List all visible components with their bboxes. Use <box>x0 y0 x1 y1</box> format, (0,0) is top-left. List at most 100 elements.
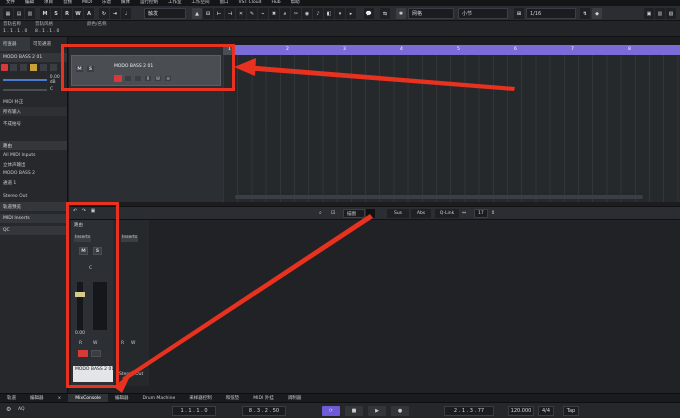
tab-close-icon[interactable]: × <box>51 394 69 402</box>
record-enable-button[interactable] <box>1 64 8 71</box>
inspector-section-routing[interactable]: 路由 <box>0 141 67 150</box>
play-button[interactable]: ▶ <box>368 406 386 416</box>
ruler[interactable] <box>223 45 680 55</box>
erase-icon[interactable]: ✕ <box>236 8 246 19</box>
info-start-value[interactable]: 1 . 1 . 1 . 0 <box>3 29 27 35</box>
play-tool-icon[interactable]: ♪ <box>313 8 323 19</box>
inspector-section-midi-inserts[interactable]: MIDI Inserts <box>0 214 67 223</box>
loop-icon[interactable]: ↻ <box>99 8 109 19</box>
tap-button[interactable]: Tap <box>563 406 579 416</box>
grid-type-select[interactable]: 网格 <box>408 8 454 19</box>
tab-midi-remote[interactable]: MIDI 外挂 <box>246 394 280 402</box>
split-icon[interactable]: ⊢ <box>214 8 224 19</box>
inspector-pan-row[interactable]: C <box>0 85 67 94</box>
read-button[interactable] <box>40 64 47 71</box>
punch-icon[interactable]: ⇥ <box>110 8 120 19</box>
inspector-instrument[interactable]: MODO BASS 2 <box>0 169 67 178</box>
console-icon[interactable]: ▥ <box>655 8 665 19</box>
inspector-midi-input[interactable]: All MIDI Inputs <box>0 151 67 160</box>
inspector-audio-out[interactable]: 立体声输出 <box>0 160 67 169</box>
inspector-track-name[interactable]: MODO BASS 2 01 <box>0 53 67 62</box>
metronome-icon[interactable]: ♩ <box>121 8 131 19</box>
left-locator-field[interactable]: 1 . 1 . 1 . 0 <box>172 406 216 416</box>
right-panel-icon[interactable]: ▧ <box>666 8 676 19</box>
mute-tool-icon[interactable]: ✖ <box>269 8 279 19</box>
signature-field[interactable]: 4/4 <box>538 406 554 416</box>
output-name-label[interactable]: Stereo Out <box>119 372 143 378</box>
tab-editor-2[interactable]: 编辑器 <box>108 394 136 402</box>
q-link-button[interactable]: Q-Link <box>435 209 459 218</box>
tab-inspector[interactable]: 检查器 <box>0 37 30 51</box>
mode-read[interactable]: R <box>62 8 72 19</box>
grid-value-select[interactable]: 小节 <box>458 8 508 19</box>
abs-button[interactable]: Abs <box>411 209 431 218</box>
tab-editor[interactable]: 编辑器 <box>23 394 51 402</box>
mode-mute[interactable]: M <box>40 8 50 19</box>
tab-drum-machine[interactable]: Drum Machine <box>135 394 182 402</box>
info-end-value[interactable]: 8 . 1 . 1 . 0 <box>35 29 59 35</box>
range-select-icon[interactable]: ⊡ <box>203 8 213 19</box>
settings-icon[interactable]: ⚙ <box>6 406 11 413</box>
zoom-tool-icon[interactable]: ⌕ <box>280 8 290 19</box>
nudge-icon[interactable]: ⇔ <box>462 210 471 218</box>
iterate-icon[interactable]: ↯ <box>580 8 590 19</box>
tab-modulators[interactable]: 调制器 <box>281 394 309 402</box>
scrub-icon[interactable]: ◉ <box>302 8 312 19</box>
media-bay-icon[interactable]: ▣ <box>644 8 654 19</box>
tempo-field[interactable]: 120.000 <box>508 406 534 416</box>
stepper-icon[interactable]: ⇕ <box>491 210 500 218</box>
pencil-icon[interactable]: ✎ <box>247 8 257 19</box>
write-button[interactable] <box>50 64 57 71</box>
tab-track[interactable]: 轨道 <box>0 394 23 402</box>
glue-icon[interactable]: ⊣ <box>225 8 235 19</box>
left-zone-icon[interactable]: ▦ <box>3 8 13 19</box>
output-read-label[interactable]: R <box>121 341 124 347</box>
inspector-row-input[interactable]: 所有输入 <box>0 107 67 116</box>
colorize-icon[interactable]: ▾ <box>335 8 345 19</box>
mute-button-small[interactable] <box>20 64 27 71</box>
color-icon[interactable]: ◧ <box>324 8 334 19</box>
edit-mode-select[interactable]: 描图 <box>343 209 365 218</box>
nudge-value[interactable]: 17 <box>474 209 488 218</box>
stop-button[interactable]: ■ <box>345 406 363 416</box>
inspector-section-visibility[interactable]: 轨道预览 <box>0 202 67 211</box>
lower-zone-icon[interactable]: ▤ <box>14 8 24 19</box>
grid-dropdown-icon[interactable] <box>366 209 375 218</box>
auto-scroll-icon[interactable]: ⇆ <box>380 8 390 19</box>
chat-icon[interactable]: 💬 <box>364 8 374 19</box>
mode-a[interactable]: A <box>84 8 94 19</box>
monitor-button[interactable] <box>10 64 17 71</box>
tab-mixconsole[interactable]: MixConsole <box>68 394 108 402</box>
mode-write[interactable]: W <box>73 8 83 19</box>
comp-icon[interactable]: ✂ <box>291 8 301 19</box>
right-zone-icon[interactable]: ▥ <box>25 8 35 19</box>
inspector-section-qc[interactable]: QC <box>0 226 67 235</box>
lock-button[interactable] <box>30 64 37 71</box>
inspector-channel[interactable]: 通道 1 <box>0 178 67 187</box>
cycle-button[interactable]: ⟳ <box>322 406 340 416</box>
mode-solo[interactable]: S <box>51 8 61 19</box>
output-write-label[interactable]: W <box>131 341 135 347</box>
inspector-row-tempo[interactable]: 不成拍号 <box>0 119 67 128</box>
tab-sampler-control[interactable]: 采样器控制 <box>182 394 219 402</box>
inspector-midi-modifiers[interactable]: MIDI 补正 <box>0 97 67 106</box>
record-button[interactable]: ● <box>391 406 409 416</box>
position-field[interactable]: 2 . 1 . 3 . 77 <box>444 406 494 416</box>
output-inserts-label[interactable]: Inserts <box>121 235 139 242</box>
right-locator-field[interactable]: 8 . 3 . 2 . 50 <box>242 406 286 416</box>
snap-toggle-icon[interactable]: ✱ <box>396 8 406 19</box>
search-icon[interactable]: ⌕ <box>319 210 328 218</box>
quantize-icon[interactable]: ⊞ <box>514 8 524 19</box>
tempo-icon[interactable]: ◆ <box>592 8 602 19</box>
snap-icon[interactable]: ▸ <box>346 8 356 19</box>
inspector-fader-row[interactable]: 0.00 dB <box>0 75 67 85</box>
tab-chord-pads[interactable]: 和弦垫 <box>219 394 247 402</box>
transport-aq-label[interactable]: AQ <box>18 407 25 413</box>
draw-icon[interactable]: ⌁ <box>258 8 268 19</box>
object-select-icon[interactable]: ▲ <box>192 8 202 19</box>
sus-button[interactable]: Sus <box>387 209 409 218</box>
quantize-select[interactable]: 1/16 <box>526 8 576 19</box>
inspector-stereo-out[interactable]: Stereo Out <box>0 192 67 201</box>
automation-mode-select[interactable]: 触发 <box>144 8 186 19</box>
horizontal-scrollbar[interactable] <box>235 195 643 199</box>
